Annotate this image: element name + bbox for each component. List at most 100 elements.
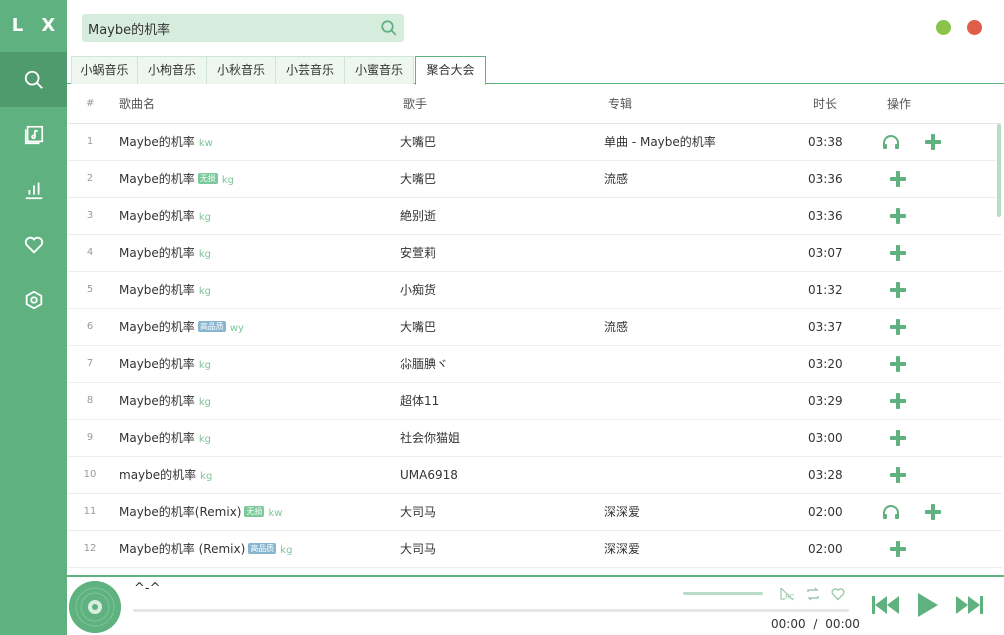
song-name: Maybe的机率 xyxy=(119,135,195,149)
source-tag: kg xyxy=(221,175,234,186)
add-icon[interactable] xyxy=(889,392,907,410)
album-disc-icon[interactable] xyxy=(69,581,121,633)
table-row[interactable]: 2 Maybe的机率 无损 kg 大嘴巴 流感 03:36 xyxy=(67,161,1002,198)
heart-outline-icon[interactable] xyxy=(830,586,846,602)
next-button[interactable] xyxy=(954,594,984,616)
song-name-cell: Maybe的机率 kw xyxy=(119,124,213,162)
table-row[interactable]: 12 Maybe的机率 (Remix) 高品质 kg 大司马 深深爱 02:00 xyxy=(67,531,1002,568)
table-row[interactable]: 10 maybe的机率 kg UMA6918 03:28 xyxy=(67,457,1002,494)
song-name-cell: maybe的机率 kg xyxy=(119,457,212,495)
nav-search[interactable] xyxy=(0,52,67,107)
header-ops: 操作 xyxy=(887,97,912,111)
add-icon[interactable] xyxy=(889,244,907,262)
source-tag: kg xyxy=(198,286,211,297)
search-input[interactable] xyxy=(88,14,373,42)
add-icon[interactable] xyxy=(889,429,907,447)
song-name: maybe的机率 xyxy=(119,468,197,482)
add-icon[interactable] xyxy=(889,281,907,299)
total-time: 00:00 xyxy=(825,617,860,631)
table-row[interactable]: 6 Maybe的机率 高品质 wy 大嘴巴 流感 03:37 xyxy=(67,309,1002,346)
song-name-cell: Maybe的机率 kg xyxy=(119,346,211,384)
table-row[interactable]: 1 Maybe的机率 kw 大嘴巴 单曲 - Maybe的机率 03:38 xyxy=(67,124,1002,161)
row-number: 4 xyxy=(86,247,94,258)
quality-badge: 高品质 xyxy=(248,543,277,554)
table-row[interactable]: 8 Maybe的机率 kg 超体11 03:29 xyxy=(67,383,1002,420)
add-icon[interactable] xyxy=(889,207,907,225)
sidebar: L X xyxy=(0,0,67,635)
headphones-icon[interactable] xyxy=(882,134,900,150)
source-tag: kg xyxy=(198,212,211,223)
source-tag: kg xyxy=(198,434,211,445)
song-name-cell: Maybe的机率 kg xyxy=(119,420,211,458)
row-number: 6 xyxy=(86,321,94,332)
nav-leaderboard[interactable] xyxy=(0,162,67,217)
singer-name: 社会你猫姐 xyxy=(400,431,461,445)
table-row[interactable]: 9 Maybe的机率 kg 社会你猫姐 03:00 xyxy=(67,420,1002,457)
duration: 03:37 xyxy=(808,320,843,334)
tab-source-1[interactable]: 小蜗音乐 xyxy=(71,56,138,84)
singer-name: 小痴货 xyxy=(400,283,437,297)
quality-badge: 无损 xyxy=(197,173,218,184)
song-name: Maybe的机率 xyxy=(119,209,195,223)
tab-aggregate[interactable]: 聚合大会 xyxy=(415,56,486,85)
nav-song-list[interactable] xyxy=(0,107,67,162)
add-icon[interactable] xyxy=(889,170,907,188)
loop-icon[interactable] xyxy=(805,586,821,602)
source-tag: kg xyxy=(198,397,211,408)
volume-slider[interactable] xyxy=(683,592,763,595)
time-display: 00:00 / 00:00 xyxy=(771,617,860,631)
add-icon[interactable] xyxy=(889,318,907,336)
quality-badge: 无损 xyxy=(244,506,265,517)
headphones-icon[interactable] xyxy=(882,504,900,520)
scrollbar[interactable] xyxy=(997,124,1001,217)
chart-icon xyxy=(25,182,42,199)
minimize-button[interactable] xyxy=(936,20,951,35)
song-name: Maybe的机率 xyxy=(119,357,195,371)
header-duration: 时长 xyxy=(813,97,838,111)
tab-source-2[interactable]: 小枸音乐 xyxy=(137,56,207,84)
nav-favorites[interactable] xyxy=(0,217,67,272)
song-list: 1 Maybe的机率 kw 大嘴巴 单曲 - Maybe的机率 03:38 2 Maybe的机… xyxy=(67,124,1002,575)
row-number: 11 xyxy=(83,506,97,517)
duration: 02:00 xyxy=(808,505,843,519)
add-icon[interactable] xyxy=(889,540,907,558)
add-icon[interactable] xyxy=(889,355,907,373)
table-row[interactable]: 3 Maybe的机率 kg 絶别逝 03:36 xyxy=(67,198,1002,235)
play-button[interactable] xyxy=(914,592,940,618)
time-separator: / xyxy=(813,617,818,631)
search-icon[interactable] xyxy=(380,19,398,37)
table-row[interactable]: 4 Maybe的机率 kg 安萱莉 03:07 xyxy=(67,235,1002,272)
table-row[interactable]: 11 Maybe的机率(Remix) 无损 kw 大司马 深深爱 02:00 xyxy=(67,494,1002,531)
singer-name: 絶别逝 xyxy=(400,209,437,223)
table-row[interactable]: 5 Maybe的机率 kg 小痴货 01:32 xyxy=(67,272,1002,309)
duration: 03:36 xyxy=(808,209,843,223)
header-singer: 歌手 xyxy=(403,97,428,111)
add-icon[interactable] xyxy=(889,466,907,484)
previous-button[interactable] xyxy=(871,594,901,616)
table-row[interactable]: 7 Maybe的机率 kg 尛腼腆ヾ 03:20 xyxy=(67,346,1002,383)
duration: 03:07 xyxy=(808,246,843,260)
header-name: 歌曲名 xyxy=(119,97,156,111)
add-icon[interactable] xyxy=(924,503,942,521)
duration: 03:36 xyxy=(808,172,843,186)
source-tabs: 小蜗音乐 小枸音乐 小秋音乐 小芸音乐 小蜜音乐 聚合大会 xyxy=(67,56,1004,85)
settings-icon xyxy=(25,290,42,309)
row-number: 3 xyxy=(86,210,94,221)
duration: 03:38 xyxy=(808,135,843,149)
duration: 03:00 xyxy=(808,431,843,445)
music-list-icon xyxy=(24,125,43,144)
tab-source-3[interactable]: 小秋音乐 xyxy=(206,56,276,84)
player-bar: ^-^ RC 00:00 / 00:00 xyxy=(67,575,1004,635)
song-name: Maybe的机率 xyxy=(119,394,195,408)
lyrics-icon[interactable]: RC xyxy=(779,586,795,602)
progress-bar[interactable] xyxy=(133,609,849,612)
close-button[interactable] xyxy=(967,20,982,35)
tab-source-5[interactable]: 小蜜音乐 xyxy=(344,56,414,84)
top-bar xyxy=(67,0,1004,56)
source-tag: kw xyxy=(198,138,213,149)
singer-name: 大司马 xyxy=(400,505,437,519)
source-tag: kg xyxy=(198,360,211,371)
add-icon[interactable] xyxy=(924,133,942,151)
tab-source-4[interactable]: 小芸音乐 xyxy=(275,56,345,84)
nav-settings[interactable] xyxy=(0,272,67,327)
